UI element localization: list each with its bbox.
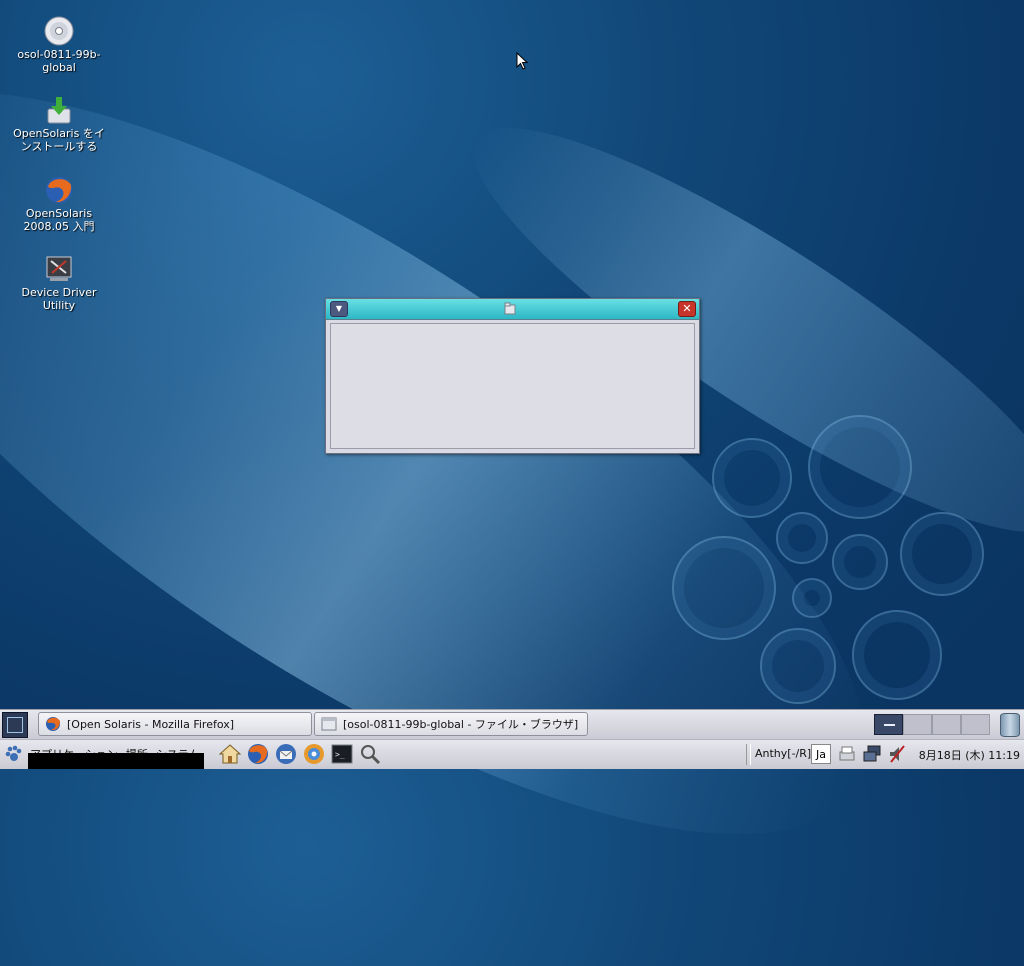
language-indicator[interactable]: Ja	[811, 744, 831, 764]
task-label: [osol-0811-99b-global - ファイル・ブラウザ]	[343, 718, 579, 731]
untitled-window[interactable]: ▼ ✕	[325, 298, 700, 454]
mouse-cursor-icon	[516, 52, 528, 70]
wallpaper-ring	[792, 578, 832, 618]
volume-muted-icon[interactable]	[887, 744, 907, 764]
desktop-icon-label: Device Driver Utility	[21, 286, 97, 312]
trash-icon[interactable]	[1000, 713, 1020, 737]
workspace-4[interactable]	[961, 714, 990, 735]
wallpaper-ring	[832, 534, 888, 590]
main-panel: アプリケーション 場所 システム >_ Anthy[-/R] Ja 8月18日 …	[0, 739, 1024, 769]
home-icon[interactable]	[218, 742, 242, 766]
update-icon[interactable]	[302, 742, 326, 766]
tray-drag-handle[interactable]	[746, 744, 751, 765]
clock[interactable]: 8月18日 (木) 11:19	[919, 747, 1020, 763]
firefox-icon	[45, 716, 61, 732]
desktop-icon-device-driver[interactable]: Device Driver Utility	[9, 254, 109, 312]
svg-text:>_: >_	[335, 750, 345, 759]
cd-disc-icon	[44, 16, 74, 46]
task-label: [Open Solaris - Mozilla Firefox]	[67, 717, 235, 731]
search-icon[interactable]	[358, 742, 382, 766]
terminal-icon[interactable]: >_	[330, 742, 354, 766]
firefox-icon[interactable]	[246, 742, 270, 766]
show-desktop-button[interactable]	[2, 712, 28, 738]
firefox-icon	[44, 175, 74, 205]
redaction-bar	[28, 753, 204, 769]
desktop-icon-label: OpenSolaris をイ ンストールする	[13, 127, 105, 153]
desktop-icon-label: osol-0811-99b- global	[17, 48, 101, 74]
window-list-panel: [Open Solaris - Mozilla Firefox] [osol-0…	[0, 709, 1024, 740]
window-close-button[interactable]: ✕	[678, 301, 696, 317]
desktop-icon-opensolaris-intro[interactable]: OpenSolaris 2008.05 入門	[9, 175, 109, 233]
thunderbird-icon[interactable]	[274, 742, 298, 766]
desktop-icon-install[interactable]: OpenSolaris をイ ンストールする	[9, 95, 109, 153]
device-driver-icon	[44, 254, 74, 284]
input-method-status[interactable]: Anthy[-/R]	[755, 747, 811, 760]
gnome-foot-icon[interactable]	[4, 744, 24, 764]
task-button-firefox[interactable]: [Open Solaris - Mozilla Firefox]	[38, 712, 312, 736]
file-browser-icon	[321, 716, 337, 732]
workspace-1[interactable]	[874, 714, 903, 735]
task-button-file-browser[interactable]: [osol-0811-99b-global - ファイル・ブラウザ]	[314, 712, 588, 736]
wallpaper-ring	[712, 438, 792, 518]
desktop-icon-label: OpenSolaris 2008.05 入門	[23, 207, 95, 233]
workspace-3[interactable]	[932, 714, 961, 735]
folder-icon	[504, 302, 516, 315]
install-icon	[44, 95, 74, 125]
wallpaper-ring	[760, 628, 836, 704]
wallpaper-ring	[672, 536, 776, 640]
workspace-2[interactable]	[903, 714, 932, 735]
wallpaper-ring	[852, 610, 942, 700]
window-content	[330, 323, 695, 449]
window-menu-button[interactable]: ▼	[330, 301, 348, 317]
window-title-bar[interactable]: ▼ ✕	[326, 299, 699, 320]
wallpaper-ring	[808, 415, 912, 519]
network-icon[interactable]	[862, 744, 882, 764]
wallpaper-ring	[776, 512, 828, 564]
desktop-icon-cd[interactable]: osol-0811-99b- global	[9, 16, 109, 74]
printer-icon[interactable]	[837, 744, 857, 764]
wallpaper-ring	[900, 512, 984, 596]
